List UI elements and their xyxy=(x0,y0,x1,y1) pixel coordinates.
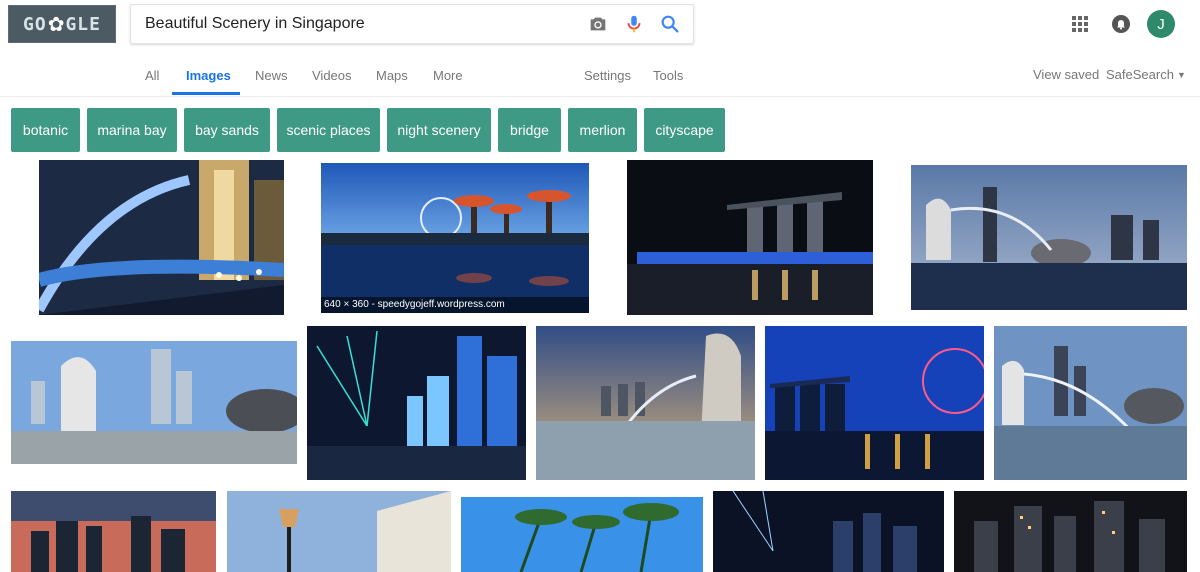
apps-grid-icon[interactable] xyxy=(1071,15,1089,33)
helix-bridge-image xyxy=(39,160,284,315)
singapore-flyer-night-image xyxy=(765,326,984,480)
notifications-bell-icon[interactable] xyxy=(1111,14,1131,34)
image-hover-caption: 640 × 360 - speedygojeff.wordpress.com xyxy=(321,297,589,313)
chip-merlion[interactable]: merlion xyxy=(568,108,637,152)
chip-bridge[interactable]: bridge xyxy=(498,108,561,152)
chip-botanic[interactable]: botanic xyxy=(11,108,80,152)
caret-down-icon: ▼ xyxy=(1176,70,1186,80)
supertree-grove-image xyxy=(321,163,589,313)
tab-videos[interactable]: Videos xyxy=(312,68,352,83)
active-tab-indicator xyxy=(172,92,240,95)
image-result-marina-bay-sands[interactable] xyxy=(627,160,873,315)
safesearch-menu[interactable]: SafeSearch ▼ xyxy=(1106,67,1186,82)
settings-link[interactable]: Settings xyxy=(584,68,631,83)
image-result-gardens-by-the-bay[interactable]: 640 × 360 - speedygojeff.wordpress.com xyxy=(321,163,589,313)
search-input[interactable] xyxy=(145,5,575,43)
merlion-fountain-image xyxy=(994,326,1187,480)
tab-all[interactable]: All xyxy=(145,68,159,83)
view-saved-link[interactable]: View saved xyxy=(1033,67,1099,82)
tab-more[interactable]: More xyxy=(433,68,463,83)
merlion-evening-image xyxy=(911,165,1187,310)
street-lamp-image xyxy=(227,491,451,572)
header: GO✿GLE J All Images News Videos Maps xyxy=(0,0,1200,97)
marina-bay-sands-night-image xyxy=(627,160,873,315)
image-result-skyline-dusk[interactable] xyxy=(11,491,216,572)
search-box[interactable] xyxy=(130,4,694,44)
palm-trees-image xyxy=(461,497,703,572)
account-avatar[interactable]: J xyxy=(1147,10,1175,38)
camera-icon[interactable] xyxy=(587,13,609,35)
safesearch-label: SafeSearch xyxy=(1106,67,1174,82)
image-result-merlion-fountain[interactable] xyxy=(994,326,1187,480)
microphone-icon[interactable] xyxy=(623,13,645,35)
image-result-laser-show[interactable] xyxy=(307,326,526,480)
image-result-merlion-day[interactable] xyxy=(11,341,297,464)
downtown-night-image xyxy=(954,491,1187,572)
image-result-night-lights[interactable] xyxy=(713,491,944,572)
skyline-dusk-image xyxy=(11,491,216,572)
image-result-downtown-night[interactable] xyxy=(954,491,1187,572)
search-icon[interactable] xyxy=(659,13,681,35)
image-result-palm-trees[interactable] xyxy=(461,497,703,572)
tools-link[interactable]: Tools xyxy=(653,68,683,83)
city-night-lights-image xyxy=(713,491,944,572)
tab-news[interactable]: News xyxy=(255,68,288,83)
chip-cityscape[interactable]: cityscape xyxy=(644,108,725,152)
tab-maps[interactable]: Maps xyxy=(376,68,408,83)
google-doodle-logo[interactable]: G O ✿ GLE xyxy=(8,5,116,43)
image-result-street-lamp[interactable] xyxy=(227,491,451,572)
image-result-merlion-evening[interactable] xyxy=(911,165,1187,310)
merlion-sunset-image xyxy=(536,326,755,480)
chip-marina-bay[interactable]: marina bay xyxy=(87,108,177,152)
chip-scenic-places[interactable]: scenic places xyxy=(277,108,380,152)
image-result-merlion-sunset[interactable] xyxy=(536,326,755,480)
image-result-singapore-flyer[interactable] xyxy=(765,326,984,480)
image-result-helix-bridge[interactable] xyxy=(39,160,284,315)
merlion-daytime-image xyxy=(11,341,297,464)
chip-bay-sands[interactable]: bay sands xyxy=(184,108,270,152)
city-laser-show-image xyxy=(307,326,526,480)
chip-night-scenery[interactable]: night scenery xyxy=(387,108,491,152)
tab-images[interactable]: Images xyxy=(186,68,231,83)
